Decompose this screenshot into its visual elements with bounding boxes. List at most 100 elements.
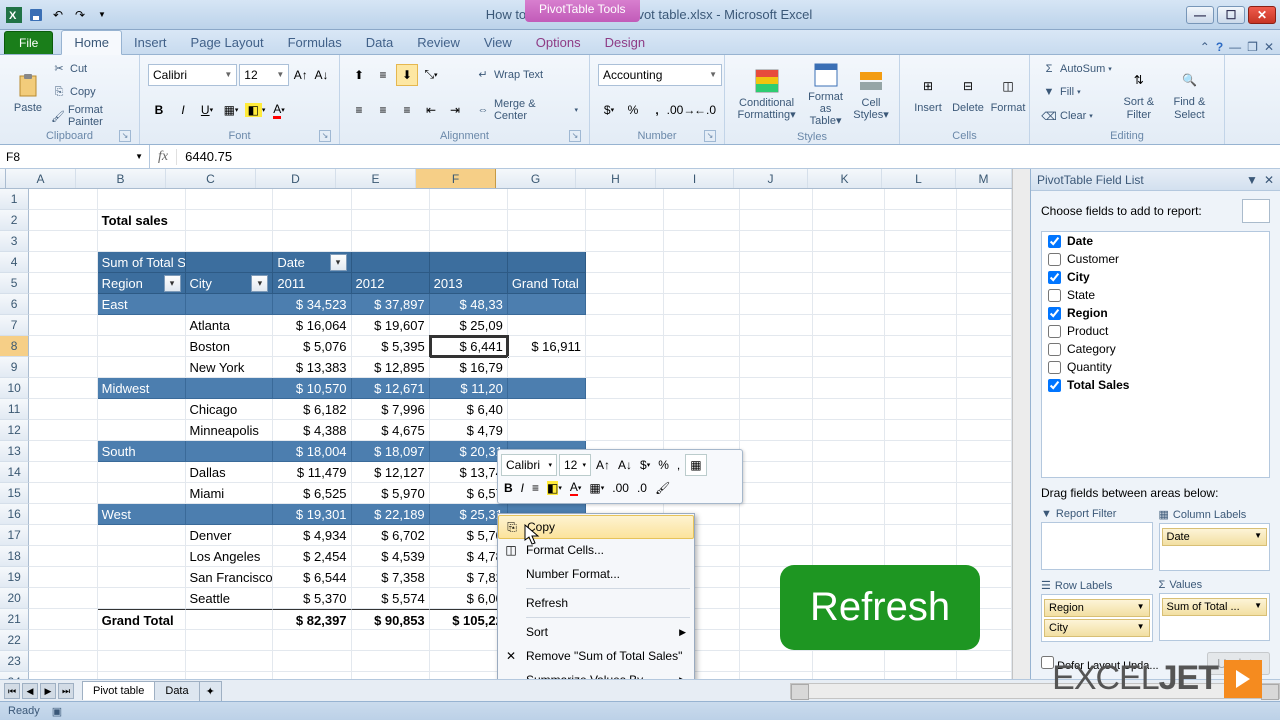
value-cell[interactable]: $ 5,076: [273, 336, 351, 357]
cell[interactable]: [29, 609, 97, 630]
cell[interactable]: [740, 210, 812, 231]
value-cell[interactable]: $ 16,064: [273, 315, 351, 336]
cell[interactable]: [98, 483, 186, 504]
cell[interactable]: [813, 210, 885, 231]
grand-total-label[interactable]: Grand Total: [98, 609, 186, 630]
cell[interactable]: [98, 399, 186, 420]
cell[interactable]: [29, 672, 97, 679]
row-header[interactable]: 4: [0, 252, 29, 273]
increase-decimal-icon[interactable]: .00→: [670, 99, 692, 121]
col-header-G[interactable]: G: [496, 169, 576, 188]
undo-icon[interactable]: ↶: [48, 5, 68, 25]
cell[interactable]: [664, 357, 740, 378]
cell[interactable]: [352, 252, 430, 273]
cell[interactable]: [813, 672, 885, 679]
cell[interactable]: [957, 651, 1012, 672]
cell[interactable]: [957, 273, 1012, 294]
context-remove-sum-of-total-sales-[interactable]: ✕Remove "Sum of Total Sales": [498, 644, 694, 668]
cell[interactable]: [664, 315, 740, 336]
tab-options[interactable]: Options: [524, 31, 593, 54]
city-cell[interactable]: Los Angeles: [186, 546, 274, 567]
copy-button[interactable]: ⎘Copy: [48, 81, 131, 103]
field-product[interactable]: Product: [1042, 322, 1269, 340]
cell[interactable]: [740, 546, 812, 567]
cell[interactable]: [885, 546, 957, 567]
cell[interactable]: [885, 231, 957, 252]
italic-button[interactable]: I: [172, 99, 194, 121]
cell[interactable]: $ 18,097: [352, 441, 430, 462]
cell[interactable]: [740, 483, 812, 504]
cell[interactable]: [29, 546, 97, 567]
mini-font-box[interactable]: Calibri ▾: [501, 454, 557, 476]
mini-comma-icon[interactable]: ,: [674, 454, 683, 476]
cell[interactable]: [29, 273, 97, 294]
maximize-button[interactable]: ☐: [1217, 6, 1245, 24]
cell[interactable]: $ 10,570: [273, 378, 351, 399]
city-cell[interactable]: Minneapolis: [186, 420, 274, 441]
fill-color-button[interactable]: ◧▾: [244, 99, 266, 121]
col-header-M[interactable]: M: [956, 169, 1012, 188]
cell[interactable]: [957, 210, 1012, 231]
sheet-tab-pivot[interactable]: Pivot table: [82, 681, 155, 700]
cell[interactable]: [186, 651, 274, 672]
cell[interactable]: [885, 273, 957, 294]
cell[interactable]: [740, 504, 812, 525]
cell[interactable]: [29, 441, 97, 462]
report-filter-area[interactable]: [1041, 522, 1153, 570]
cell[interactable]: [740, 231, 812, 252]
cell[interactable]: [813, 399, 885, 420]
cell[interactable]: [957, 315, 1012, 336]
tab-data[interactable]: Data: [354, 31, 405, 54]
font-name-box[interactable]: Calibri▼: [148, 64, 237, 86]
align-left-icon[interactable]: ≡: [348, 99, 370, 121]
value-cell[interactable]: $ 5,970: [352, 483, 430, 504]
region-header[interactable]: Region▾: [98, 273, 186, 294]
cell[interactable]: [186, 609, 274, 630]
worksheet[interactable]: ABCDEFGHIJKLM 12Total sales34Sum of Tota…: [0, 169, 1012, 679]
area-item[interactable]: City▼: [1044, 619, 1150, 637]
font-color-button[interactable]: A▾: [268, 99, 290, 121]
cell[interactable]: [813, 231, 885, 252]
cell[interactable]: [740, 189, 812, 210]
row-header[interactable]: 18: [0, 546, 29, 567]
value-cell[interactable]: $ 13,383: [273, 357, 351, 378]
orientation-icon[interactable]: ⤡▾: [420, 64, 442, 86]
cell[interactable]: [29, 588, 97, 609]
cell[interactable]: [186, 630, 274, 651]
cell[interactable]: [813, 315, 885, 336]
cell[interactable]: [29, 504, 97, 525]
cell[interactable]: [586, 252, 664, 273]
field-category[interactable]: Category: [1042, 340, 1269, 358]
cell[interactable]: [98, 357, 186, 378]
cell[interactable]: [352, 189, 430, 210]
row-header[interactable]: 15: [0, 483, 29, 504]
cell[interactable]: [508, 252, 586, 273]
cell[interactable]: [352, 630, 430, 651]
cell[interactable]: [885, 378, 957, 399]
font-launcher-icon[interactable]: ↘: [319, 130, 331, 142]
row-header[interactable]: 24: [0, 672, 29, 679]
cell[interactable]: [508, 420, 586, 441]
row-header[interactable]: 1: [0, 189, 29, 210]
cell[interactable]: [430, 231, 508, 252]
cell[interactable]: [508, 231, 586, 252]
cell[interactable]: [98, 525, 186, 546]
city-cell[interactable]: Atlanta: [186, 315, 274, 336]
cell[interactable]: [813, 462, 885, 483]
font-size-box[interactable]: 12▼: [239, 64, 289, 86]
cell[interactable]: [186, 252, 274, 273]
value-cell[interactable]: $ 4,539: [352, 546, 430, 567]
cell[interactable]: [98, 189, 186, 210]
col-header-A[interactable]: A: [6, 169, 76, 188]
values-area[interactable]: Sum of Total ...▼: [1159, 593, 1271, 641]
mini-italic-icon[interactable]: I: [518, 477, 527, 499]
border-button[interactable]: ▦▾: [220, 99, 242, 121]
mini-font-color-icon[interactable]: A▾: [567, 477, 585, 499]
cell[interactable]: [885, 294, 957, 315]
format-cells-button[interactable]: ◫Format: [988, 57, 1028, 128]
cell[interactable]: [508, 399, 586, 420]
workbook-restore-icon[interactable]: ❐: [1247, 40, 1258, 54]
row-header[interactable]: 20: [0, 588, 29, 609]
cell[interactable]: [813, 189, 885, 210]
row-header[interactable]: 23: [0, 651, 29, 672]
